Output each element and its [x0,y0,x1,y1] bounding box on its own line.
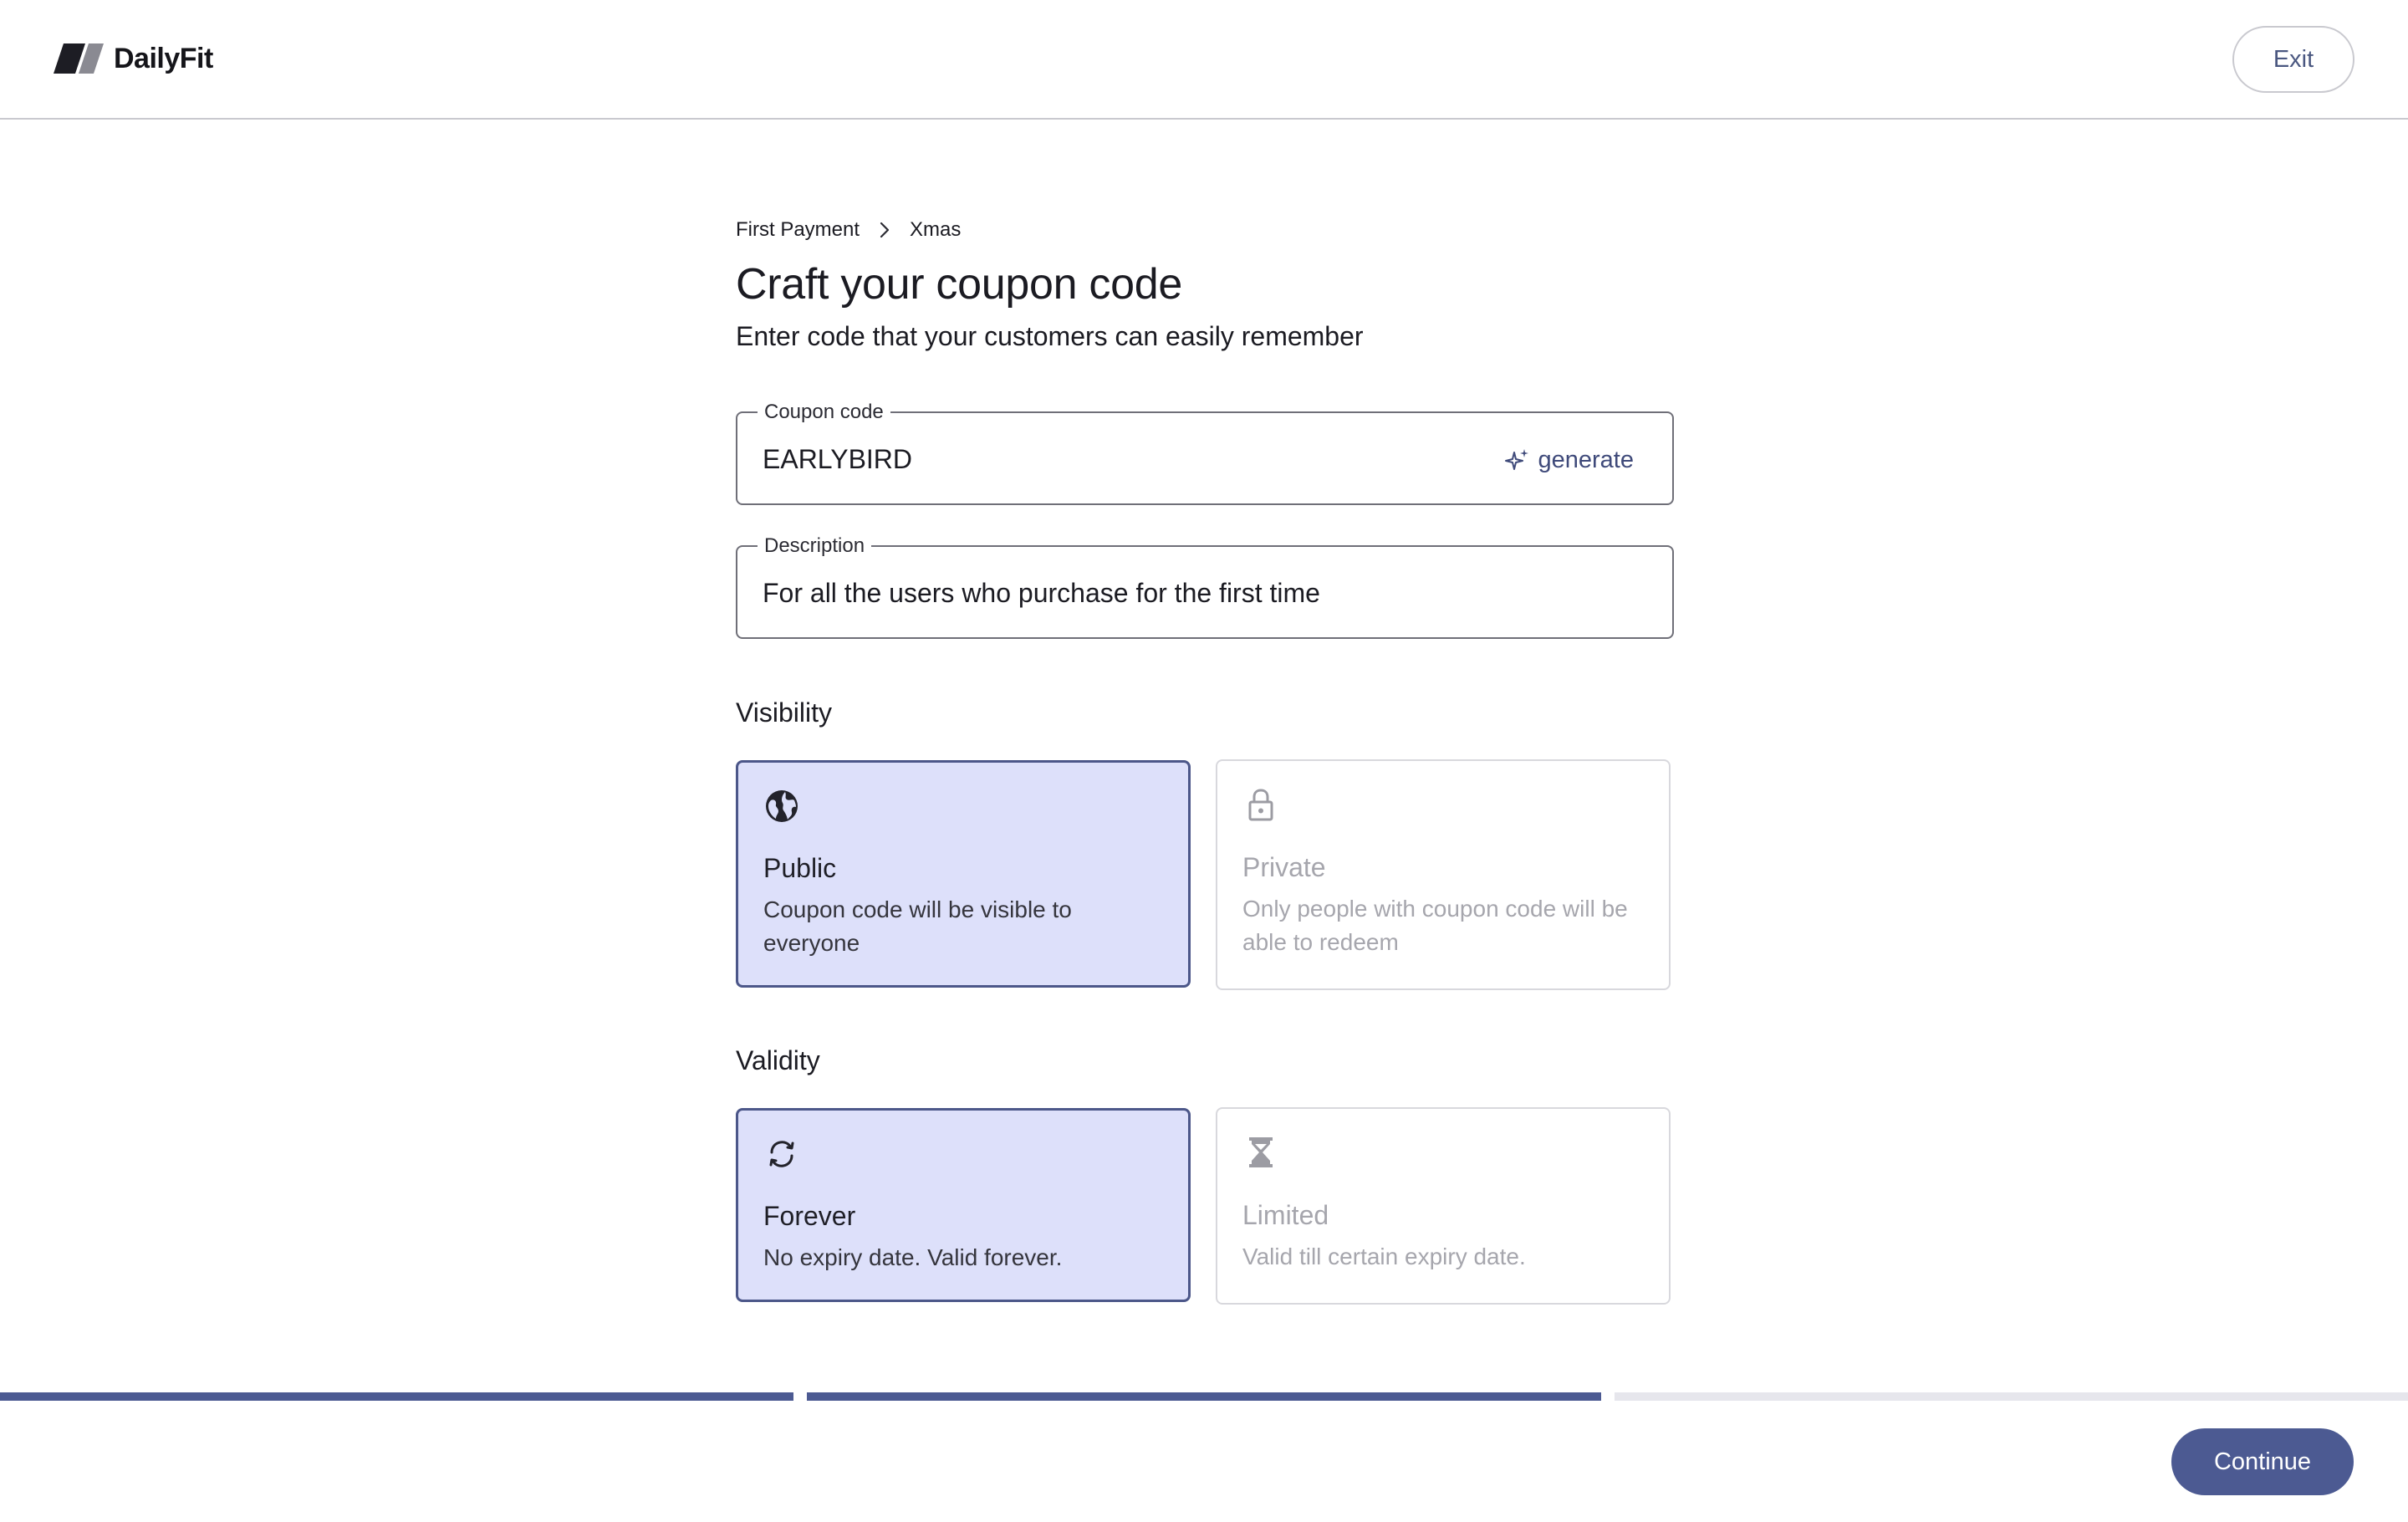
generate-label: generate [1538,446,1635,473]
limited-option-description: Valid till certain expiry date. [1242,1244,1526,1269]
public-option-title: Public [763,853,837,883]
breadcrumb-item-xmas[interactable]: Xmas [910,218,961,242]
public-option-description: Coupon code will be visible to everyone [763,896,1072,956]
continue-button[interactable]: Continue [2171,1428,2354,1495]
limited-option-title: Limited [1242,1200,1329,1230]
breadcrumb-item-first-payment[interactable]: First Payment [736,218,860,242]
app-logo[interactable]: DailyFit [52,42,213,75]
visibility-heading: Visibility [736,697,832,728]
visibility-option-public[interactable]: Public Coupon code will be visible to ev… [736,760,1191,988]
coupon-code-input[interactable] [763,438,1431,480]
description-input[interactable] [763,572,1649,614]
step-progress-bar [0,1392,2408,1401]
refresh-icon [769,1141,794,1167]
coupon-code-label: Coupon code [758,401,890,423]
sparkle-icon [1504,449,1528,470]
description-label: Description [758,535,872,557]
private-option-description: Only people with coupon code will be abl… [1242,896,1628,955]
lock-icon [1248,789,1273,821]
app-name: DailyFit [114,42,213,74]
generate-button[interactable]: generate [1504,442,1635,478]
description-field[interactable]: Description [736,535,1674,639]
forever-option-title: Forever [763,1201,856,1231]
validity-option-forever[interactable]: Forever No expiry date. Valid forever. [736,1108,1191,1302]
breadcrumb: First Payment Xmas [736,209,961,251]
visibility-option-private[interactable]: Private Only people with coupon code wil… [1216,759,1671,990]
forever-option-description: No expiry date. Valid forever. [763,1244,1063,1270]
progress-step-3 [1614,1392,2408,1401]
progress-step-2 [807,1392,1601,1401]
private-option-title: Private [1242,852,1326,882]
validity-heading: Validity [736,1045,820,1075]
page-title: Craft your coupon code [736,260,1182,309]
globe-icon [766,790,798,822]
dailyfit-logo-icon [54,43,104,74]
top-header: DailyFit Exit [0,0,2408,120]
validity-option-limited[interactable]: Limited Valid till certain expiry date. [1216,1107,1671,1305]
progress-step-1 [0,1392,794,1401]
exit-button[interactable]: Exit [2232,26,2354,93]
coupon-code-field[interactable]: Coupon code generate [736,401,1674,505]
page-subtitle: Enter code that your customers can easil… [736,321,1364,351]
hourglass-icon [1249,1137,1273,1167]
chevron-right-icon [880,222,890,238]
